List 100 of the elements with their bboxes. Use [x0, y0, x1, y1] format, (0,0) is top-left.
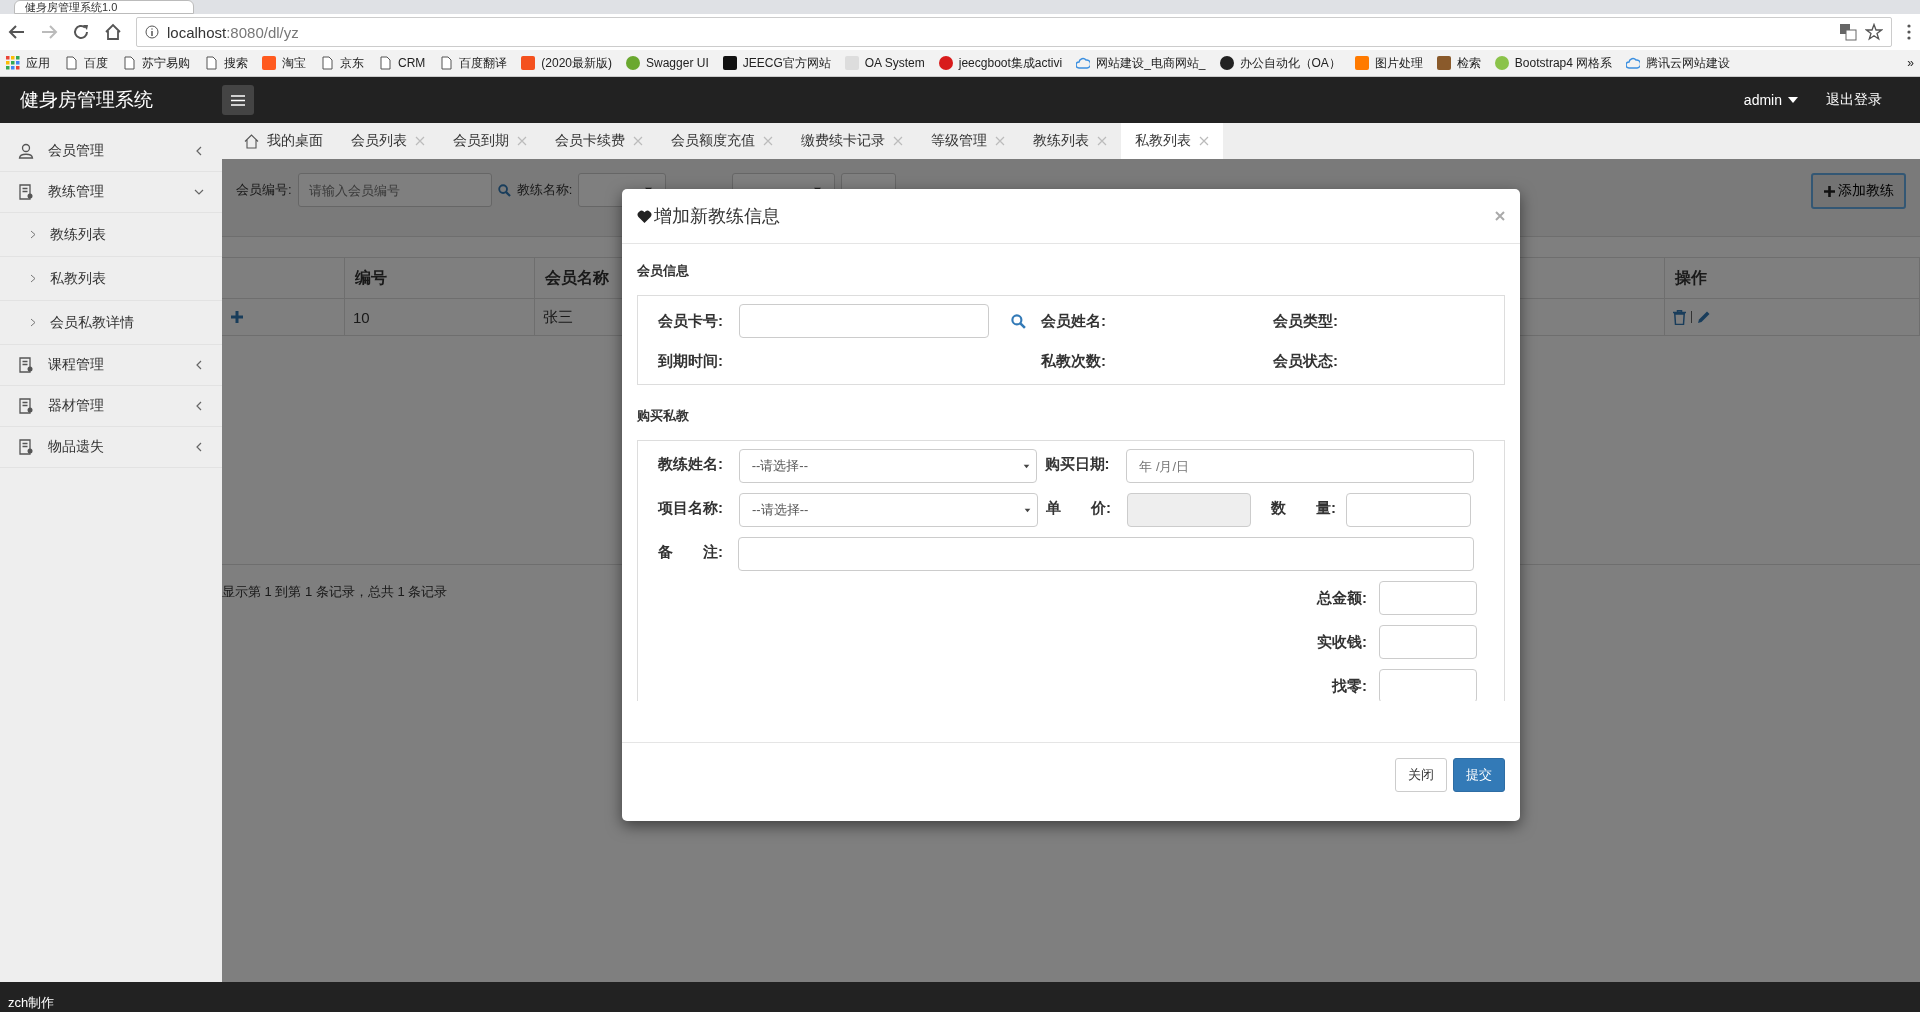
bookmark-link[interactable]: (2020最新版)	[541, 54, 612, 72]
separator-icon	[1690, 310, 1693, 324]
url-text: localhost:8080/dl/yz	[167, 23, 299, 41]
menu-button[interactable]	[222, 85, 254, 115]
table-cell: 10	[345, 299, 535, 336]
bookmark-link[interactable]: OA System	[864, 56, 925, 70]
page-tab[interactable]: 等级管理	[917, 123, 1019, 159]
bookmark-link[interactable]: 淘宝	[282, 54, 306, 72]
bookmark-link[interactable]: 网站建设_电商网站_	[1096, 54, 1206, 72]
bookmark-link[interactable]: jeecgboot集成activi	[958, 54, 1063, 72]
amount-field[interactable]	[1379, 581, 1477, 615]
bookmark-link[interactable]: 京东	[340, 54, 364, 72]
field-label: 数 量:	[1271, 498, 1337, 518]
back-icon[interactable]	[8, 23, 26, 41]
bookmark-link[interactable]: 检索	[1456, 54, 1481, 72]
bookmark-link[interactable]: 图片处理	[1374, 54, 1423, 72]
form-icon	[18, 398, 34, 414]
close-icon[interactable]	[1097, 136, 1107, 146]
date-field[interactable]: 年 /月/日	[1126, 449, 1474, 483]
form-icon	[18, 439, 34, 455]
page-tab[interactable]: 会员卡续费	[541, 123, 657, 159]
add-coach-button[interactable]: 添加教练	[1811, 173, 1906, 209]
submit-button[interactable]: 提交	[1453, 758, 1505, 792]
chevron-icon	[30, 274, 36, 283]
translate-icon[interactable]	[1839, 23, 1857, 41]
page-tab[interactable]: 会员列表	[337, 123, 439, 159]
close-icon[interactable]	[415, 136, 425, 146]
bookmark-link[interactable]: 百度翻译	[459, 54, 508, 72]
field-label: 会员类型:	[1273, 311, 1339, 331]
bookmark-link[interactable]: Swagger UI	[646, 56, 709, 70]
close-icon[interactable]	[1199, 136, 1209, 146]
bookmark-link[interactable]: 办公自动化（OA）	[1239, 54, 1341, 72]
search-icon[interactable]	[1011, 313, 1026, 329]
menu-icon	[231, 94, 245, 106]
quantity-field[interactable]	[1346, 493, 1471, 527]
field-label: 购买日期:	[1044, 454, 1111, 474]
page-tab[interactable]: 私教列表	[1121, 123, 1223, 159]
more-bookmarks[interactable]: »	[1907, 56, 1914, 70]
page-tab[interactable]: 会员额度充值	[657, 123, 787, 159]
home-icon[interactable]	[104, 23, 122, 41]
field-label: 实收钱:	[1317, 632, 1367, 652]
more-icon[interactable]	[1906, 23, 1912, 41]
bookmark-link[interactable]: 腾讯云网站建设	[1646, 54, 1731, 72]
field-label: 私教次数:	[1041, 351, 1107, 371]
bookmark-link[interactable]: 应用	[26, 54, 50, 72]
caret-icon	[1024, 507, 1031, 513]
footer-text: zch制作	[8, 994, 55, 1012]
forward-icon[interactable]	[40, 23, 58, 41]
remark-field[interactable]	[737, 537, 1474, 571]
page-icon	[439, 56, 454, 70]
star-icon[interactable]	[1865, 23, 1883, 41]
apps-icon	[6, 56, 20, 70]
logout-link[interactable]: 退出登录	[1826, 91, 1882, 109]
bookmark-link[interactable]: Bootstrap4 网格系	[1514, 54, 1613, 72]
field-label: 教练姓名:	[658, 454, 724, 474]
close-icon[interactable]	[633, 136, 643, 146]
close-button[interactable]: 关闭	[1395, 758, 1447, 792]
browser-tab[interactable]: 健身房管理系统1.0	[14, 0, 194, 14]
field-label: 到期时间:	[658, 351, 724, 371]
amount-field[interactable]	[1379, 669, 1477, 701]
bookmark-link[interactable]: 苏宁易购	[142, 54, 190, 72]
card-number-field[interactable]	[739, 304, 989, 338]
page-tab[interactable]: 缴费续卡记录	[787, 123, 917, 159]
reload-icon[interactable]	[72, 23, 90, 41]
field-label: 会员卡号:	[658, 311, 724, 331]
bookmark-link[interactable]: CRM	[398, 56, 426, 70]
heart-icon	[637, 209, 652, 223]
page-icon	[64, 56, 78, 70]
close-icon[interactable]	[893, 136, 903, 146]
pagination-info: 显示第 1 到第 1 条记录，总共 1 条记录	[222, 583, 448, 601]
close-icon[interactable]	[763, 136, 773, 146]
page-icon	[320, 56, 334, 70]
member-id-field[interactable]: 请输入会员编号	[297, 173, 492, 207]
field-label: 备 注:	[658, 542, 724, 562]
trash-icon[interactable]	[1673, 309, 1686, 325]
coach-select[interactable]: --请选择--	[738, 449, 1037, 483]
tab-title: 健身房管理系统1.0	[25, 1, 118, 13]
expand-icon[interactable]	[230, 310, 244, 324]
item-select[interactable]: --请选择--	[739, 493, 1038, 527]
amount-field[interactable]	[1379, 625, 1477, 659]
home-icon	[244, 133, 259, 149]
bookmark-link[interactable]: 搜索	[224, 54, 248, 72]
close-icon[interactable]	[995, 136, 1005, 146]
user-menu[interactable]: admin	[1743, 92, 1782, 108]
bookmark-link[interactable]: JEECG官方网站	[742, 54, 831, 72]
info-icon[interactable]	[145, 25, 159, 39]
close-icon[interactable]	[517, 136, 527, 146]
bookmark-link[interactable]: 百度	[84, 54, 108, 72]
page-icon	[122, 56, 136, 70]
field-label: 单 价:	[1046, 498, 1112, 518]
field-label: 会员姓名:	[1041, 311, 1107, 331]
caret-icon	[1788, 96, 1798, 104]
page-tab[interactable]: 会员到期	[439, 123, 541, 159]
close-icon[interactable]	[1495, 211, 1505, 221]
section-title: 会员信息	[637, 262, 690, 280]
page-tab[interactable]: 我的桌面	[230, 123, 337, 159]
edit-icon[interactable]	[1697, 310, 1711, 324]
dialog-title: 增加新教练信息	[654, 205, 781, 228]
page-tab[interactable]: 教练列表	[1019, 123, 1121, 159]
address-bar[interactable]: localhost:8080/dl/yz	[136, 17, 1892, 47]
